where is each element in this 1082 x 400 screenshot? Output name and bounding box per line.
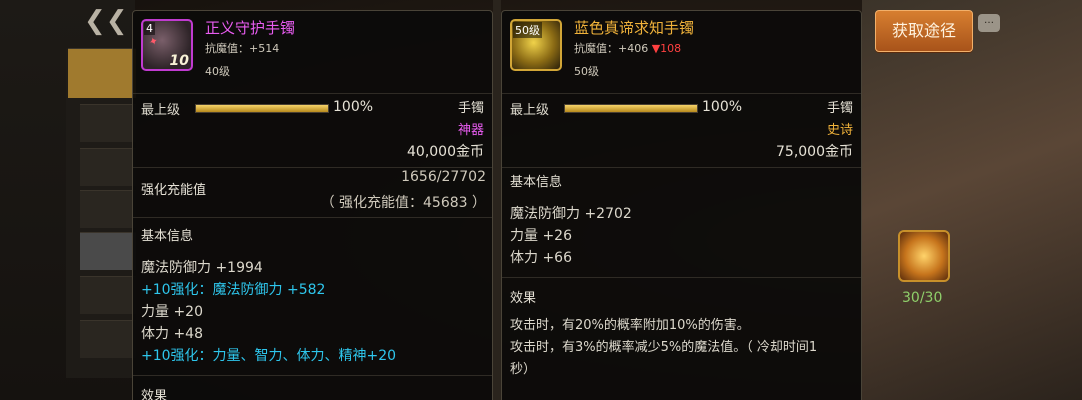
item-name: 正义守护手镯 <box>205 19 296 37</box>
anti-magic-text: 抗魔值：+406 <box>574 42 652 55</box>
stat-line: 力量 +20 <box>141 304 203 320</box>
item-price: 40,000金币 <box>407 144 484 160</box>
background-scene <box>862 0 1082 400</box>
bracelet-icon: 4 ✦ 10 <box>141 19 193 71</box>
divider <box>133 375 492 376</box>
item-slot: 手镯 <box>457 101 484 116</box>
max-level-label: 最上级 <box>141 103 181 118</box>
gem-icon[interactable] <box>898 230 950 282</box>
divider <box>133 217 492 218</box>
background-sidebar-tab[interactable] <box>80 104 136 142</box>
equipped-item-tooltip: 4 ✦ 10 正义守护手镯 抗魔值：+514 40级 最上级 100% 手镯 神… <box>132 10 493 400</box>
progress-percent: 100% <box>702 99 743 115</box>
stat-line: 力量 +26 <box>510 228 572 244</box>
background-sidebar-tab[interactable] <box>80 320 136 358</box>
effect-line: 秒） <box>510 362 537 377</box>
gem-counter: 30/30 <box>902 290 943 306</box>
background-sidebar-tab-active[interactable] <box>68 48 136 98</box>
back-arrow-icon[interactable]: ❮❮ <box>84 6 128 36</box>
effect-label: 效果 <box>510 291 537 306</box>
level-progress-fill <box>565 105 697 112</box>
anti-magic-value: 抗魔值：+406 ▼108 <box>574 41 681 57</box>
effect-label: 效果 <box>141 389 168 400</box>
divider <box>502 277 861 278</box>
background-sidebar-tab[interactable] <box>80 232 136 270</box>
item-rarity: 神器 <box>457 123 484 138</box>
item-level: 40级 <box>205 65 230 78</box>
anti-magic-down: ▼108 <box>651 42 682 55</box>
max-level-label: 最上级 <box>510 103 550 118</box>
stat-line: 魔法防御力 +1994 <box>141 260 263 276</box>
icon-badge: 50级 <box>513 22 542 38</box>
background-sidebar-tab[interactable] <box>80 190 136 228</box>
background-sidebar-tab[interactable] <box>80 276 136 314</box>
divider <box>502 93 861 94</box>
divider <box>502 167 861 168</box>
level-progress-bar <box>195 104 329 113</box>
bracelet-icon: 50级 <box>510 19 562 71</box>
item-name: 蓝色真谛求知手镯 <box>574 19 695 37</box>
acquire-route-button[interactable]: 获取途径 <box>875 10 973 52</box>
effect-line: 攻击时，有20%的概率附加10%的伤害。 <box>510 318 750 333</box>
stamp-icon: ✦ <box>147 33 161 50</box>
effect-line: 攻击时，有3%的概率减少5%的魔法值。（ 冷却时间1 <box>510 340 818 355</box>
icon-badge: 4 <box>144 22 155 35</box>
level-progress-fill <box>196 105 328 112</box>
stat-line: 体力 +48 <box>141 326 203 342</box>
item-level: 50级 <box>574 65 599 78</box>
enhance-value: 1656/27702 <box>401 169 486 185</box>
stat-line: 魔法防御力 +2702 <box>510 206 632 222</box>
anti-magic-value: 抗魔值：+514 <box>205 42 280 55</box>
enhance-label: 强化充能值 <box>141 183 207 198</box>
basic-info-label: 基本信息 <box>510 175 563 190</box>
level-progress-bar <box>564 104 698 113</box>
item-price: 75,000金币 <box>776 144 853 160</box>
progress-percent: 100% <box>333 99 374 115</box>
chat-icon[interactable]: … <box>978 14 1000 32</box>
background-sidebar-tab[interactable] <box>80 148 136 186</box>
item-rarity: 史诗 <box>826 123 853 138</box>
basic-info-label: 基本信息 <box>141 229 194 244</box>
divider <box>133 93 492 94</box>
stat-line: 体力 +66 <box>510 250 572 266</box>
stat-line-enhance: +10强化：魔法防御力 +582 <box>141 282 326 298</box>
divider <box>133 167 492 168</box>
compare-item-tooltip: 50级 蓝色真谛求知手镯 抗魔值：+406 ▼108 50级 最上级 100% … <box>501 10 862 400</box>
background-divider <box>493 0 501 400</box>
stat-line-enhance: +10强化：力量、智力、体力、精神+20 <box>141 348 397 364</box>
enhance-sub-value: （ 强化充能值：45683 ） <box>320 195 486 211</box>
icon-number: 10 <box>169 53 189 69</box>
item-slot: 手镯 <box>826 101 853 116</box>
